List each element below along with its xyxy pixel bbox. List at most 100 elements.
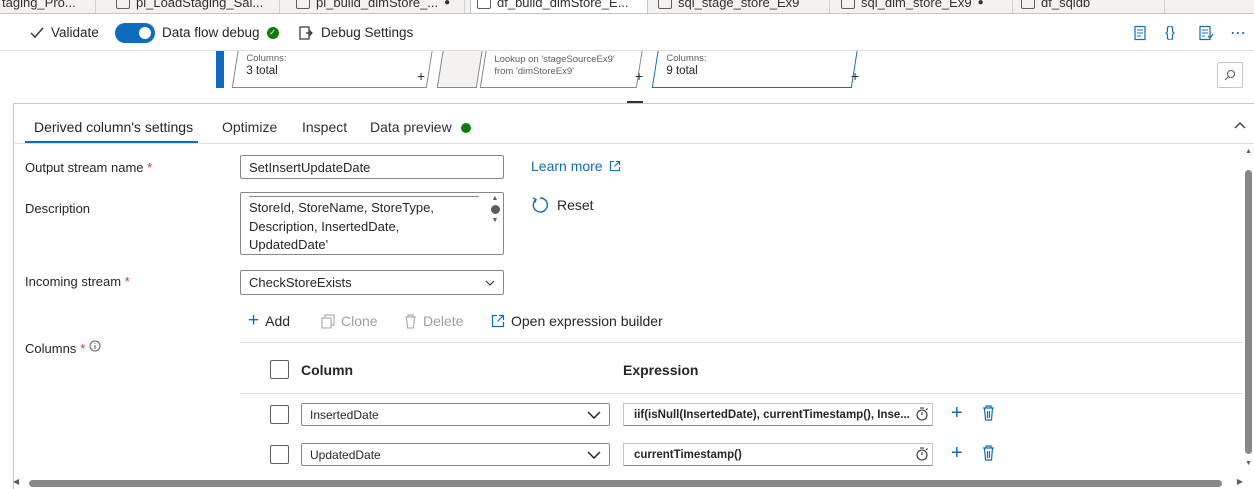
clone-icon — [321, 314, 335, 328]
collapse-chevron-icon[interactable] — [1234, 121, 1246, 129]
output-stream-label: Output stream name * — [25, 160, 152, 175]
tab-optimize[interactable]: Optimize — [222, 119, 277, 135]
dataflow-canvas[interactable]: Columns: 3 total + Lookup on 'stageSourc… — [13, 51, 1254, 104]
scroll-thumb[interactable] — [490, 205, 500, 214]
checkmark-icon — [30, 27, 44, 38]
reset-label: Reset — [557, 197, 594, 213]
add-row-icon[interactable]: + — [951, 403, 963, 423]
node-selection-bar — [216, 51, 224, 88]
tab-pl-build-dimstore[interactable]: pl_build_dimStore_... ● — [290, 0, 465, 13]
properties-button[interactable] — [1198, 14, 1214, 51]
row-checkbox[interactable] — [270, 445, 289, 464]
tab-df-build-dimstore[interactable]: df_build_dimStore_E... — [470, 0, 648, 13]
tab-sql-stage-store[interactable]: sql_stage_store_Ex9 — [652, 0, 830, 13]
add-transform-button[interactable]: + — [851, 68, 859, 84]
columns-label: Columns * — [25, 340, 101, 356]
clone-label: Clone — [341, 313, 378, 329]
data-preview-status-dot — [461, 123, 471, 133]
open-expression-builder-label: Open expression builder — [511, 313, 663, 329]
scroll-up-icon[interactable]: ▲ — [489, 195, 501, 202]
canvas-node-3[interactable]: Columns: 9 total — [651, 51, 859, 88]
info-icon[interactable] — [89, 340, 101, 352]
tab-pl-loadstaging[interactable]: pl_LoadStaging_Sal... — [110, 0, 280, 13]
dataflow-icon — [1021, 0, 1035, 9]
tab-label: sql_stage_store_Ex9 — [678, 0, 800, 10]
incoming-stream-label: Incoming stream * — [25, 274, 130, 289]
script-icon — [1134, 25, 1146, 40]
add-row-icon[interactable]: + — [951, 443, 963, 463]
search-icon — [1224, 69, 1236, 81]
clipped-text-line — [249, 193, 479, 197]
expression-input[interactable]: iif(isNull(InsertedDate), currentTimesta… — [623, 403, 933, 426]
debug-settings-icon — [299, 25, 313, 40]
select-all-checkbox[interactable] — [270, 360, 289, 379]
tabs-divider — [13, 143, 1254, 144]
close-icon[interactable]: ● — [444, 0, 450, 8]
delete-row-icon[interactable] — [982, 405, 995, 421]
tab-inspect[interactable]: Inspect — [302, 119, 347, 135]
table-icon — [658, 0, 672, 9]
incoming-stream-label-text: Incoming stream — [25, 274, 122, 289]
table-icon — [841, 0, 855, 9]
expression-builder-icon[interactable] — [914, 406, 930, 422]
scroll-up-icon[interactable]: ▲ — [1245, 148, 1252, 155]
node-connector — [627, 101, 643, 103]
script-button[interactable] — [1132, 14, 1148, 51]
canvas-node-lookup-icon[interactable] — [436, 51, 484, 88]
close-icon[interactable]: ● — [978, 0, 984, 8]
validate-button[interactable]: Validate — [30, 14, 99, 51]
description-text: StoreId, StoreName, StoreType, Descripti… — [249, 199, 434, 254]
horizontal-scrollbar[interactable]: ◀ ▶ — [13, 477, 1243, 489]
tab-sql-dim-store[interactable]: sql_dim_store_Ex9 ● — [835, 0, 1013, 13]
more-icon: ⋯ — [1230, 24, 1247, 42]
output-stream-input[interactable]: SetInsertUpdateDate — [240, 155, 504, 179]
expression-input[interactable]: currentTimestamp() — [623, 443, 933, 466]
column-select[interactable]: InsertedDate — [301, 403, 610, 426]
chevron-down-icon — [485, 280, 495, 286]
tab-label: pl_build_dimStore_... — [316, 0, 439, 10]
add-transform-button[interactable]: + — [417, 68, 425, 84]
delete-row-icon[interactable] — [982, 445, 995, 461]
reset-button[interactable]: Reset — [531, 196, 594, 214]
clone-button[interactable]: Clone — [321, 313, 378, 329]
tab-derived-column-settings[interactable]: Derived column's settings — [34, 119, 193, 135]
required-mark: * — [124, 274, 130, 289]
tab-data-preview[interactable]: Data preview — [370, 119, 452, 135]
horizontal-scrollbar-thumb[interactable] — [29, 480, 1222, 487]
open-expression-builder-button[interactable]: Open expression builder — [491, 313, 663, 329]
more-button[interactable]: ⋯ — [1230, 14, 1247, 51]
scroll-left-icon[interactable]: ◀ — [13, 477, 19, 486]
tab-label: df_build_dimStore_E... — [497, 0, 629, 10]
scroll-down-icon[interactable]: ▼ — [489, 217, 501, 224]
external-link-icon — [609, 160, 620, 172]
debug-toggle[interactable]: Data flow debug ✓ — [115, 14, 279, 51]
expression-header: Expression — [623, 362, 699, 378]
toolbar: Validate Data flow debug ✓ Debug Setting… — [0, 14, 1254, 51]
plus-icon: + — [248, 310, 260, 331]
canvas-node-1[interactable]: Columns: 3 total — [231, 51, 434, 88]
delete-button[interactable]: Delete — [404, 313, 463, 329]
scroll-right-icon[interactable]: ▶ — [1237, 477, 1243, 486]
tab-df-sqldb[interactable]: df_sqldb — [1015, 0, 1165, 13]
tab-label: sql_dim_store_Ex9 — [861, 0, 972, 10]
node-line-1: Lookup on 'stageSourceEx9' — [494, 54, 615, 65]
add-transform-button[interactable]: + — [635, 68, 643, 84]
learn-more-link[interactable]: Learn more — [531, 158, 621, 174]
incoming-stream-select[interactable]: CheckStoreExists — [240, 270, 504, 295]
expression-builder-icon[interactable] — [914, 446, 930, 462]
dataflow-icon — [477, 0, 491, 9]
debug-settings-button[interactable]: Debug Settings — [298, 14, 413, 51]
description-textarea[interactable]: StoreId, StoreName, StoreType, Descripti… — [240, 192, 504, 255]
canvas-node-2[interactable]: Lookup on 'stageSourceEx9' from 'dimStor… — [479, 51, 644, 88]
toggle-switch[interactable] — [115, 22, 155, 43]
scroll-down-icon[interactable]: ▼ — [1245, 460, 1252, 467]
row-checkbox[interactable] — [270, 405, 289, 424]
vertical-scrollbar-thumb[interactable] — [1245, 170, 1252, 454]
description-line: StoreId, StoreName, StoreType, — [249, 200, 434, 215]
tab-taging[interactable]: taging_Pro... — [0, 0, 96, 13]
code-button[interactable]: {} — [1165, 14, 1175, 51]
canvas-search-button[interactable] — [1217, 62, 1243, 88]
column-select[interactable]: UpdatedDate — [301, 443, 610, 466]
add-button[interactable]: + Add — [248, 310, 290, 331]
textarea-scrollbar[interactable]: ▲ ▼ — [489, 195, 501, 251]
